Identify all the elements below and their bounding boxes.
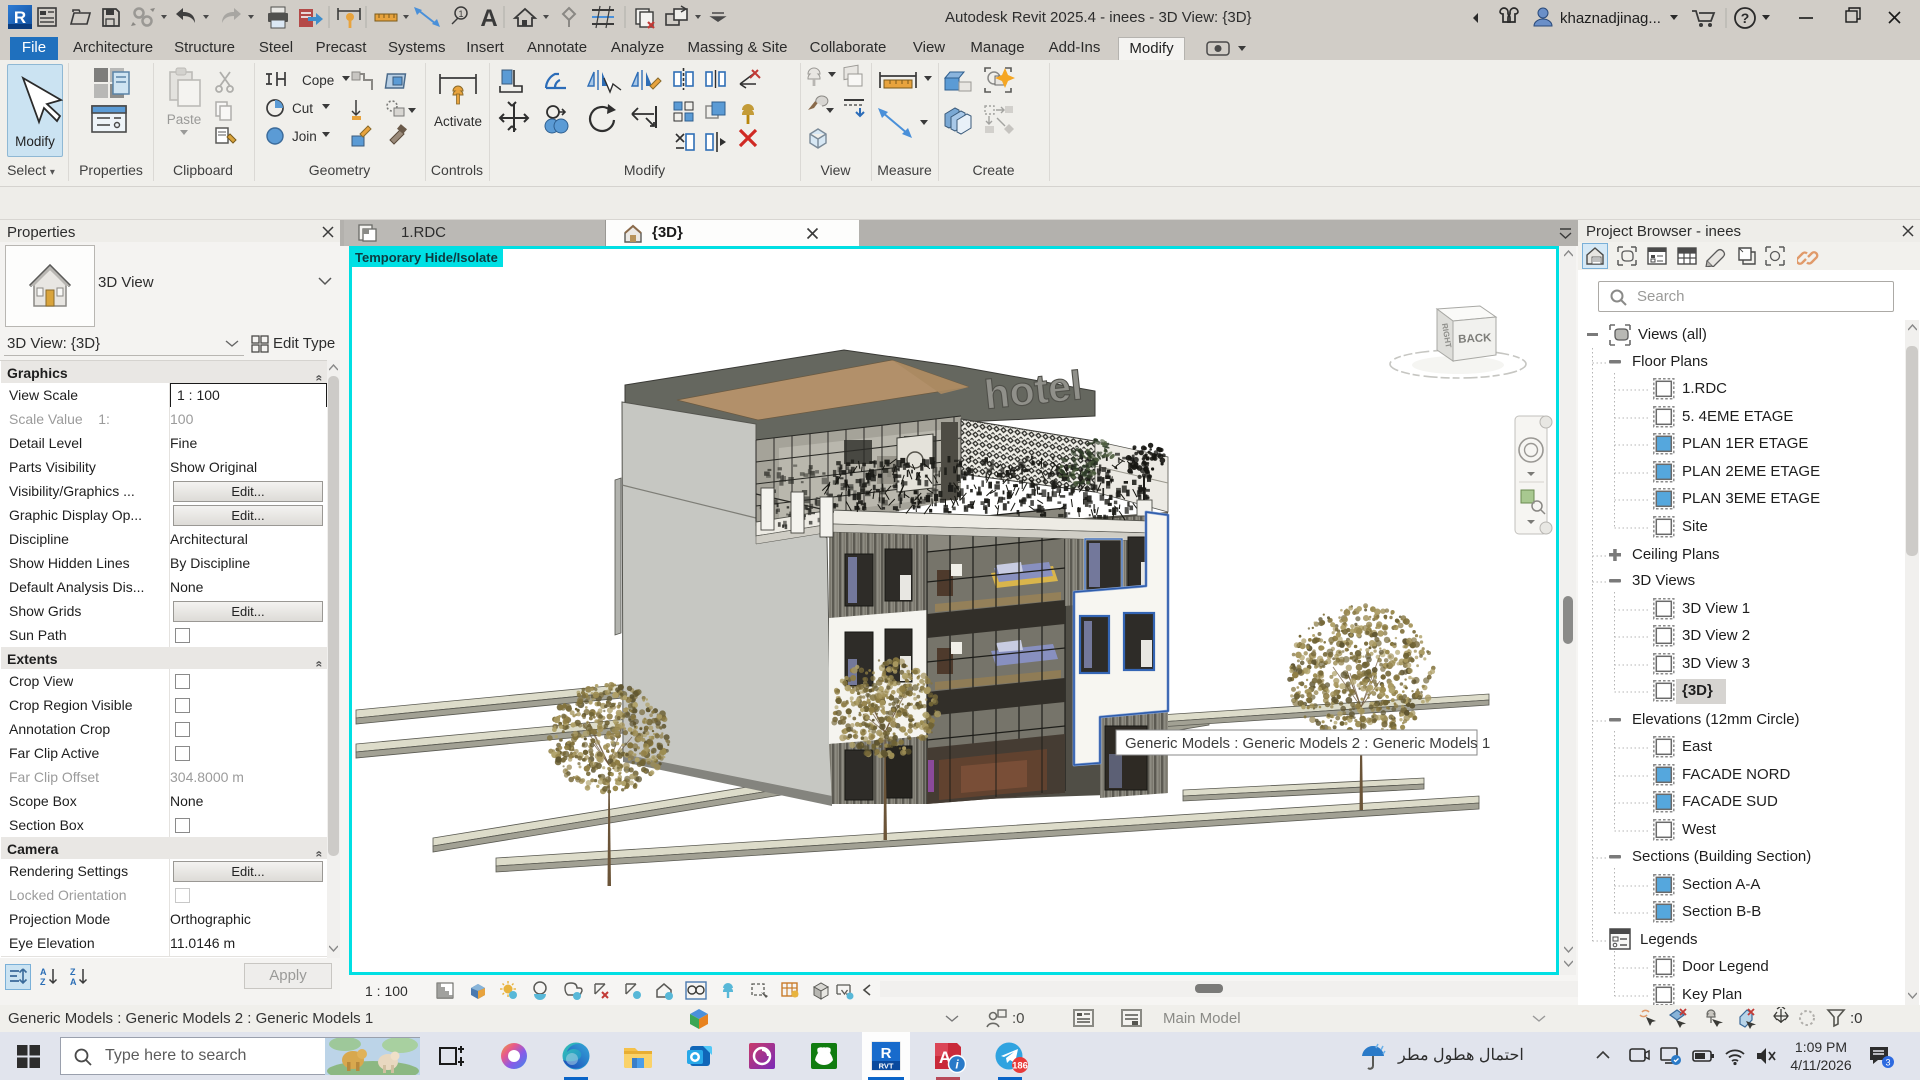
svg-text:Generic Models : Generic Model: Generic Models : Generic Models 2 : Gene…: [1125, 735, 1490, 752]
svg-text:A: A: [70, 977, 77, 987]
svg-text:{3D}: {3D}: [1682, 682, 1713, 699]
svg-text:R: R: [14, 8, 26, 27]
svg-text:Cope: Cope: [302, 73, 334, 88]
svg-text:Site: Site: [1682, 518, 1708, 535]
svg-text:FACADE NORD: FACADE NORD: [1682, 766, 1791, 783]
svg-text:Floor Plans: Floor Plans: [1632, 353, 1708, 370]
svg-text:Legends: Legends: [1640, 931, 1698, 948]
svg-text:Z: Z: [40, 977, 46, 987]
svg-text:3D View 3: 3D View 3: [1682, 655, 1750, 672]
svg-text:Key Plan: Key Plan: [1682, 986, 1742, 1003]
svg-text:5. 4EME ETAGE: 5. 4EME ETAGE: [1682, 408, 1793, 425]
svg-text:3: 3: [1885, 1058, 1890, 1068]
svg-text:PLAN 2EME ETAGE: PLAN 2EME ETAGE: [1682, 463, 1820, 480]
svg-text:PLAN 3EME ETAGE: PLAN 3EME ETAGE: [1682, 490, 1820, 507]
svg-text:BACK: BACK: [1458, 332, 1492, 346]
svg-text:3D View 2: 3D View 2: [1682, 627, 1750, 644]
svg-text:1: 1: [458, 9, 463, 19]
svg-text:RVT: RVT: [879, 1062, 894, 1071]
svg-text:Door Legend: Door Legend: [1682, 958, 1769, 975]
svg-text:3D Views: 3D Views: [1632, 572, 1695, 589]
svg-text:1.RDC: 1.RDC: [1682, 380, 1727, 397]
svg-text:Cut: Cut: [292, 101, 313, 116]
svg-text:R: R: [881, 1045, 892, 1062]
svg-text:Join: Join: [292, 129, 317, 144]
svg-text:3D View 1: 3D View 1: [1682, 600, 1750, 617]
svg-text:Sections (Building Section): Sections (Building Section): [1632, 848, 1811, 865]
svg-text:186: 186: [1012, 1061, 1028, 1072]
svg-text:?: ?: [1741, 10, 1750, 26]
svg-text:Modify: Modify: [15, 134, 55, 149]
svg-text:khaznadjinag...: khaznadjinag...: [1560, 10, 1661, 27]
svg-text:Activate: Activate: [434, 114, 482, 129]
svg-text:Section A-A: Section A-A: [1682, 876, 1760, 893]
svg-text:Elevations (12mm Circle): Elevations (12mm Circle): [1632, 711, 1800, 728]
svg-text:Z: Z: [70, 967, 76, 977]
svg-text:A: A: [480, 5, 497, 32]
svg-text:Ceiling Plans: Ceiling Plans: [1632, 546, 1720, 563]
svg-text:Paste: Paste: [167, 112, 202, 127]
svg-text:A: A: [40, 967, 47, 977]
svg-text:PLAN 1ER ETAGE: PLAN 1ER ETAGE: [1682, 435, 1808, 452]
svg-text:Section B-B: Section B-B: [1682, 903, 1761, 920]
svg-text:West: West: [1682, 821, 1717, 838]
svg-text:East: East: [1682, 738, 1713, 755]
svg-text:FACADE SUD: FACADE SUD: [1682, 793, 1778, 810]
svg-text:Views (all): Views (all): [1638, 326, 1707, 343]
